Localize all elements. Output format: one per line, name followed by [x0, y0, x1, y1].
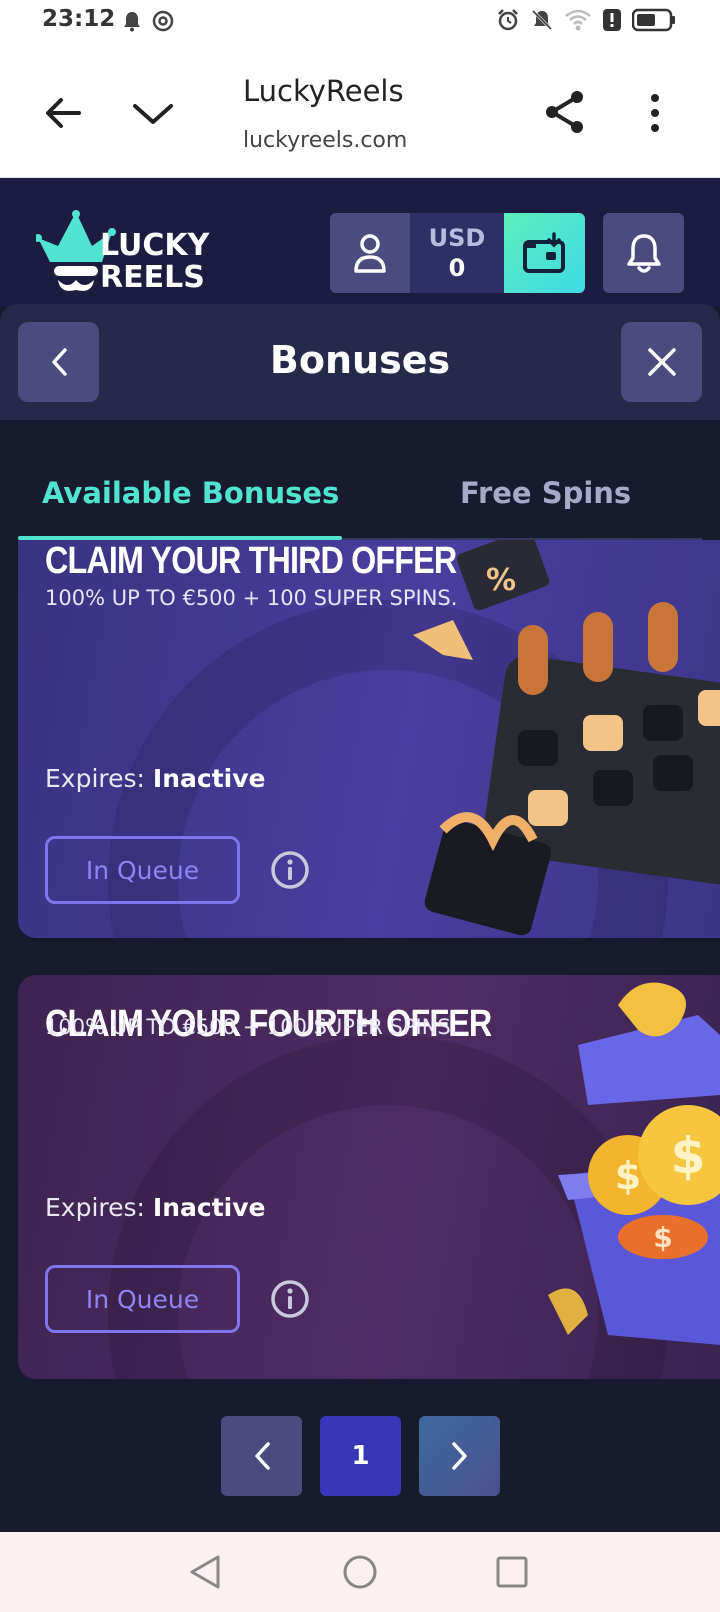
notification-bell-icon — [124, 12, 140, 32]
status-time: 23:12 — [42, 6, 116, 32]
alarm-icon — [498, 9, 518, 31]
bonus-tabs: Available Bonuses Free Spins — [18, 460, 702, 540]
svg-text:$: $ — [615, 1154, 641, 1198]
alert-icon — [603, 9, 621, 31]
in-queue-button[interactable]: In Queue — [45, 1265, 240, 1333]
status-bar: 23:12 — [0, 0, 720, 44]
user-icon — [354, 234, 386, 273]
chrome-icon — [152, 10, 174, 32]
bonus-subtitle: 100% UP TO €500 + 100 SUPER SPINS. — [45, 586, 458, 610]
expires-label: Expires: — [45, 764, 145, 793]
calendar-gift-illustration: % — [413, 540, 720, 936]
logo-line-1: LUCKY — [100, 228, 210, 263]
bonus-expires: Expires: Inactive — [45, 764, 265, 793]
app-header: LUCKY REELS USD 0 — [0, 178, 720, 306]
chevron-down-icon[interactable] — [128, 92, 178, 136]
back-arrow-icon[interactable] — [38, 88, 88, 138]
bonus-expires: Expires: Inactive — [45, 1193, 265, 1222]
bonus-subtitle: 100% UP TO €500 + 100 SUPER SPINS. — [45, 1015, 458, 1039]
deposit-button[interactable] — [504, 213, 585, 293]
chevron-left-icon — [254, 1442, 270, 1470]
wifi-icon — [565, 9, 591, 31]
mute-icon — [531, 9, 553, 31]
modal-title: Bonuses — [269, 338, 451, 382]
close-icon — [647, 348, 676, 376]
lucky-reels-logo[interactable]: LUCKY REELS — [36, 210, 226, 300]
nav-back-icon[interactable] — [188, 1554, 222, 1590]
share-icon[interactable] — [540, 86, 590, 138]
bonus-card: $ $ $ CLAIM YOUR FOURTH OFFER 100% UP TO… — [18, 975, 720, 1379]
logo-text: LUCKY REELS — [100, 230, 209, 294]
bonus-card: % CLAIM YOUR THIRD OFFER 100% UP TO €500… — [18, 540, 720, 938]
balance-currency: USD — [428, 224, 486, 252]
more-menu-icon[interactable] — [640, 88, 670, 138]
tab-free-spins[interactable]: Free Spins — [460, 476, 631, 510]
wallet-download-icon — [522, 232, 565, 273]
chevron-right-icon — [451, 1442, 467, 1470]
modal-close-button[interactable] — [621, 322, 702, 402]
system-navigation-bar — [0, 1532, 720, 1612]
bonuses-modal-header: Bonuses — [0, 304, 720, 420]
battery-icon — [632, 8, 675, 32]
site-title: LuckyReels — [243, 74, 404, 108]
pagination-prev-button[interactable] — [221, 1416, 302, 1496]
balance-display[interactable]: USD 0 — [410, 213, 504, 293]
info-icon[interactable] — [270, 850, 310, 890]
nav-home-icon[interactable] — [342, 1554, 378, 1590]
in-queue-button[interactable]: In Queue — [45, 836, 240, 904]
svg-text:$: $ — [671, 1127, 706, 1185]
expires-value: Inactive — [152, 1193, 266, 1222]
balance-amount: 0 — [448, 254, 466, 282]
bell-icon — [626, 234, 661, 273]
tab-available-bonuses[interactable]: Available Bonuses — [42, 476, 339, 510]
gift-box-coins-illustration: $ $ $ — [548, 982, 720, 1345]
notifications-button[interactable] — [603, 213, 684, 293]
svg-text:$: $ — [653, 1221, 672, 1254]
expires-value: Inactive — [152, 764, 266, 793]
profile-button[interactable] — [330, 213, 410, 293]
svg-text:%: % — [486, 563, 516, 598]
logo-line-2: REELS — [100, 260, 205, 295]
status-left-icons — [122, 10, 174, 32]
site-url[interactable]: luckyreels.com — [243, 128, 407, 153]
status-right-icons — [496, 8, 676, 32]
pagination-page-button[interactable]: 1 — [320, 1416, 401, 1496]
info-icon[interactable] — [270, 1279, 310, 1319]
bonus-title: CLAIM YOUR THIRD OFFER — [45, 540, 457, 582]
pagination-next-button[interactable] — [419, 1416, 500, 1496]
expires-label: Expires: — [45, 1193, 145, 1222]
nav-recents-icon[interactable] — [496, 1556, 528, 1588]
browser-bar: LuckyReels luckyreels.com — [0, 44, 720, 178]
